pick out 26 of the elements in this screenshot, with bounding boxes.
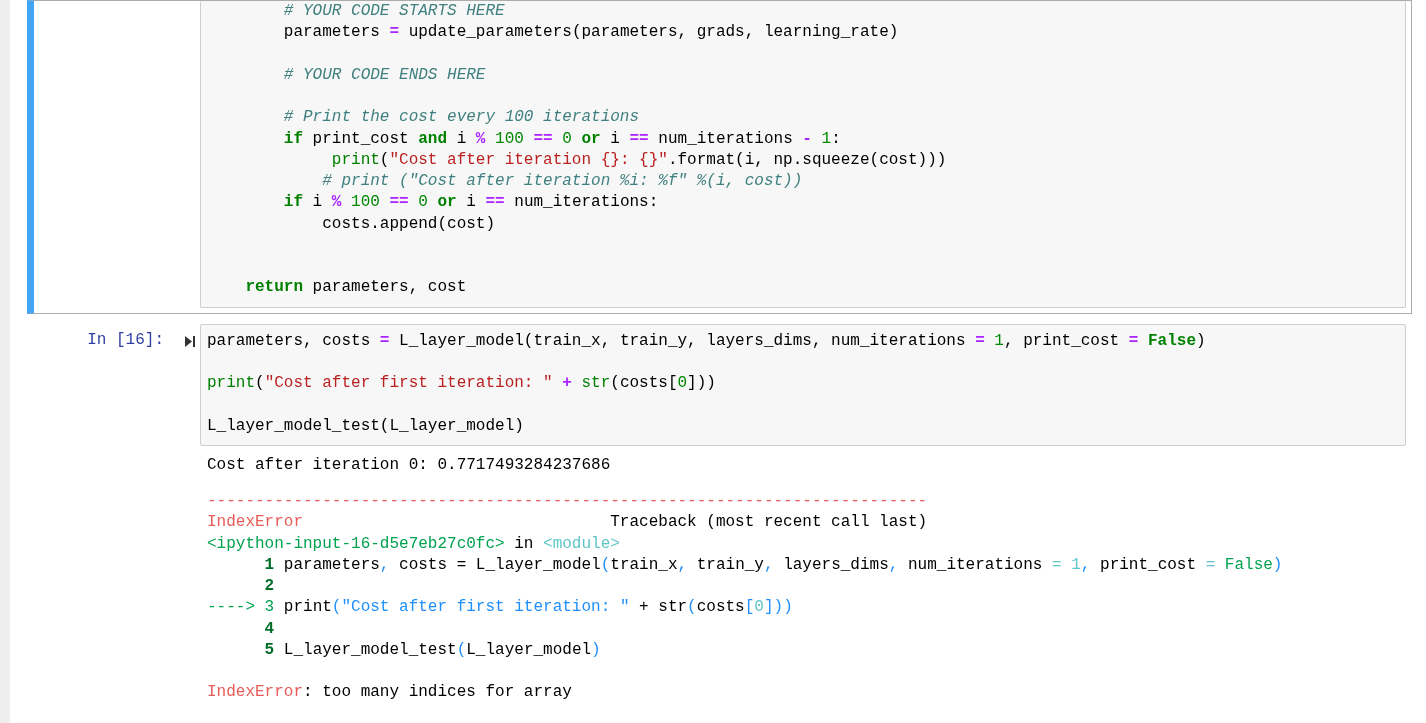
traceback-line: 4 [263, 618, 275, 640]
traceback-line: 5 L_layer_model_test(L_layer_model) [263, 639, 601, 661]
traceback-line: ----> 3 print("Cost after first iteration: " + str(costs[0])) [207, 597, 793, 619]
traceback-line: --------------------------------------------------------------------------- [207, 491, 928, 512]
code-line: costs.append(cost) [321, 213, 496, 235]
code-line: if print_cost and i % 100 == 0 or i == num_iterations - 1: [282, 128, 841, 150]
code-line: parameters = update_parameters(parameters, grads, learning_rate) [282, 22, 899, 44]
code-input-area[interactable]: parameters, costs = L_layer_model(train_x, train_y, layers_dims, num_iterations = 1, print_cost = False) print("Cost after first iteration: " + str(costs[0])) L_layer_model_test(L_layer_model) [200, 323, 1406, 446]
traceback-line: <ipython-input-16-d5e7eb27c0fc> in <module> [207, 533, 620, 555]
code-line: return parameters, cost [244, 277, 467, 299]
code-line: # print ("Cost after iteration %i: %f" %(i, cost)) [321, 171, 803, 192]
code-line: # YOUR CODE STARTS HERE [282, 1, 505, 22]
traceback-line: 1 parameters, costs = L_layer_model(train_x, train_y, layers_dims, num_iterations = 1, print_cost = False) [263, 554, 1283, 576]
traceback-line: IndexError Traceback (most recent call last) [207, 512, 928, 534]
run-icon[interactable] [184, 334, 196, 348]
cell-prompt: In [16]: [87, 329, 164, 351]
traceback-line: IndexError: too many indices for array [207, 682, 572, 704]
code-line: print("Cost after iteration {}: {}".format(i, np.squeeze(cost))) [330, 149, 947, 171]
code-line: # YOUR CODE ENDS HERE [282, 64, 486, 86]
code-line: # Print the cost every 100 iterations [282, 107, 640, 129]
code-line: print("Cost after first iteration: " + str(costs[0])) [207, 373, 716, 394]
traceback-line: 2 [263, 576, 275, 597]
code-line: if i % 100 == 0 or i == num_iterations: [282, 192, 659, 214]
code-line: L_layer_model_test(L_layer_model) [207, 415, 524, 437]
output-line: Cost after iteration 0: 0.7717493284237686 [207, 454, 611, 476]
code-line: parameters, costs = L_layer_model(train_x, train_y, layers_dims, num_iterations = 1, print_cost = False) [207, 330, 1206, 352]
